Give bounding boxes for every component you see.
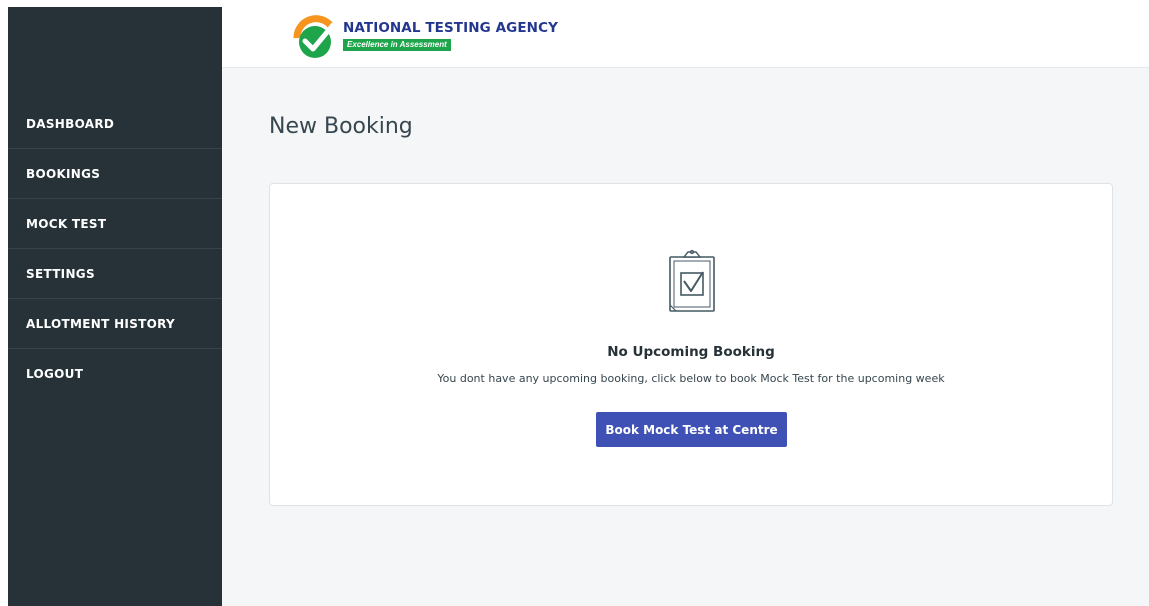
- checkmark-badge-icon: [293, 15, 336, 58]
- empty-state-card: No Upcoming Booking You dont have any up…: [269, 183, 1113, 506]
- top-frame: [0, 0, 1149, 7]
- logo-tagline: Excellence in Assessment: [343, 39, 451, 51]
- logo-title: NATIONAL TESTING AGENCY: [343, 20, 558, 36]
- sidebar-nav: DASHBOARD BOOKINGS MOCK TEST SETTINGS AL…: [8, 99, 222, 399]
- sidebar-item-mock-test[interactable]: MOCK TEST: [8, 199, 222, 249]
- main-content: New Booking No Upcoming Booking You dont…: [222, 68, 1149, 606]
- page-title: New Booking: [269, 114, 413, 139]
- sidebar-item-settings[interactable]: SETTINGS: [8, 249, 222, 299]
- sidebar-item-bookings[interactable]: BOOKINGS: [8, 149, 222, 199]
- empty-state-message: You dont have any upcoming booking, clic…: [437, 372, 945, 385]
- book-mock-test-button[interactable]: Book Mock Test at Centre: [596, 412, 787, 447]
- top-header: NATIONAL TESTING AGENCY Excellence in As…: [222, 7, 1149, 68]
- sidebar-item-dashboard[interactable]: DASHBOARD: [8, 99, 222, 149]
- sidebar: DASHBOARD BOOKINGS MOCK TEST SETTINGS AL…: [8, 7, 222, 606]
- nta-logo[interactable]: NATIONAL TESTING AGENCY Excellence in As…: [293, 13, 558, 61]
- clipboard-check-icon: [669, 249, 715, 312]
- sidebar-item-logout[interactable]: LOGOUT: [8, 349, 222, 399]
- empty-state-title: No Upcoming Booking: [607, 344, 775, 360]
- sidebar-item-allotment-history[interactable]: ALLOTMENT HISTORY: [8, 299, 222, 349]
